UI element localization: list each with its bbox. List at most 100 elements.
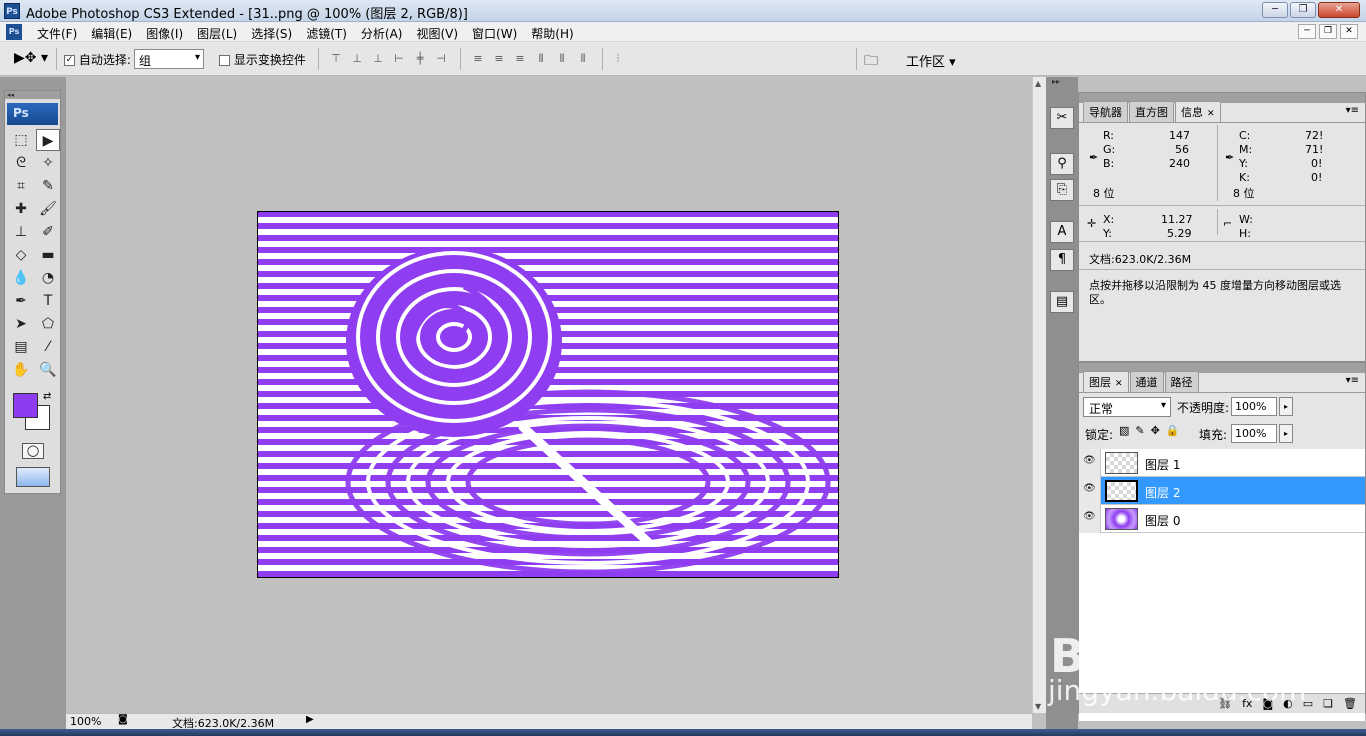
- slice-tool-icon[interactable]: ✎: [36, 175, 60, 197]
- document-icon[interactable]: Ps: [6, 24, 22, 40]
- opacity-slider-arrow-icon[interactable]: ▸: [1279, 397, 1293, 416]
- close-button[interactable]: ✕: [1318, 2, 1360, 18]
- screen-mode-button[interactable]: [16, 467, 50, 487]
- layer-name[interactable]: 图层 1: [1145, 456, 1180, 473]
- visibility-toggle[interactable]: 👁: [1079, 505, 1101, 533]
- layer-row[interactable]: 👁 图层 0: [1079, 505, 1365, 533]
- healing-brush-tool-icon[interactable]: ✚: [9, 198, 33, 220]
- eyedropper-tool-icon[interactable]: ⁄: [36, 336, 60, 358]
- doc-close-button[interactable]: ✕: [1340, 24, 1358, 39]
- notes-tool-icon[interactable]: ▤: [9, 336, 33, 358]
- lasso-tool-icon[interactable]: ᘓ: [9, 152, 33, 174]
- align-left-icon[interactable]: ⊢: [391, 52, 407, 66]
- lock-position-icon[interactable]: ✥: [1151, 424, 1160, 437]
- distribute-right-icon[interactable]: ⫴: [575, 52, 591, 66]
- move-tool-icon[interactable]: ▶: [36, 129, 60, 151]
- doc-restore-button[interactable]: ❐: [1319, 24, 1337, 39]
- auto-select-checkbox[interactable]: ✓: [64, 55, 75, 66]
- shape-tool-icon[interactable]: ⬠: [36, 313, 60, 335]
- eraser-tool-icon[interactable]: ◇: [9, 244, 33, 266]
- image-canvas[interactable]: [257, 211, 839, 578]
- menu-help[interactable]: 帮助(H): [524, 25, 580, 42]
- magic-wand-tool-icon[interactable]: ✧: [36, 152, 60, 174]
- distribute-top-icon[interactable]: ≡: [470, 52, 486, 66]
- layer-name[interactable]: 图层 0: [1145, 512, 1180, 529]
- layer-row-selected[interactable]: 👁 图层 2: [1079, 477, 1365, 505]
- pen-tool-icon[interactable]: ✒: [9, 290, 33, 312]
- layer-name[interactable]: 图层 2: [1145, 484, 1180, 501]
- scroll-up-icon[interactable]: ▲: [1035, 79, 1041, 88]
- history-brush-tool-icon[interactable]: ✐: [36, 221, 60, 243]
- lock-pixels-icon[interactable]: ✎: [1135, 424, 1144, 437]
- auto-align-icon[interactable]: ⫶: [610, 52, 626, 66]
- paragraph-panel-icon[interactable]: ¶: [1050, 249, 1074, 271]
- layers-panel-menu-icon[interactable]: ▾≡: [1346, 375, 1359, 386]
- marquee-tool-icon[interactable]: ⬚: [9, 129, 33, 151]
- distribute-left-icon[interactable]: ⫴: [533, 52, 549, 66]
- visibility-toggle[interactable]: 👁: [1079, 477, 1101, 505]
- delete-layer-icon[interactable]: 🗑: [1343, 697, 1357, 710]
- menu-view[interactable]: 视图(V): [409, 25, 465, 42]
- tab-navigator[interactable]: 导航器: [1083, 101, 1128, 122]
- quick-mask-button[interactable]: ◯: [22, 443, 44, 459]
- show-transform-checkbox[interactable]: [219, 55, 230, 66]
- align-vcenter-icon[interactable]: ⊥: [349, 52, 365, 66]
- clone-stamp-tool-icon[interactable]: ⊥: [9, 221, 33, 243]
- menu-edit[interactable]: 编辑(E): [84, 25, 139, 42]
- auto-select-dropdown[interactable]: 组: [134, 49, 204, 69]
- fill-slider-arrow-icon[interactable]: ▸: [1279, 424, 1293, 443]
- tools-panel-icon[interactable]: ✂: [1050, 107, 1074, 129]
- show-transform-option[interactable]: 显示变换控件: [219, 51, 306, 68]
- distribute-bottom-icon[interactable]: ≡: [512, 52, 528, 66]
- dock-collapse-icon[interactable]: ▸▸: [1046, 77, 1078, 91]
- link-layers-icon[interactable]: ⛓: [1218, 697, 1232, 710]
- visibility-toggle[interactable]: 👁: [1079, 449, 1101, 477]
- align-bottom-icon[interactable]: ⊥: [370, 52, 386, 66]
- align-top-icon[interactable]: ⊤: [328, 52, 344, 66]
- zoom-level[interactable]: 100%: [70, 715, 101, 728]
- menu-filter[interactable]: 滤镜(T): [299, 25, 354, 42]
- layer-row[interactable]: 👁 图层 1: [1079, 449, 1365, 477]
- scroll-down-icon[interactable]: ▼: [1035, 702, 1041, 711]
- status-info-icon[interactable]: ◙: [118, 714, 128, 725]
- menu-select[interactable]: 选择(S): [244, 25, 299, 42]
- close-icon[interactable]: ✕: [1207, 109, 1215, 119]
- menu-window[interactable]: 窗口(W): [465, 25, 524, 42]
- gradient-tool-icon[interactable]: ▬: [36, 244, 60, 266]
- status-menu-arrow-icon[interactable]: ▶: [306, 714, 314, 725]
- new-layer-icon[interactable]: ❏: [1323, 697, 1333, 710]
- bridge-icon[interactable]: 🗀: [864, 50, 878, 74]
- menu-image[interactable]: 图像(I): [139, 25, 190, 42]
- doc-minimize-button[interactable]: ─: [1298, 24, 1316, 39]
- workspace-menu[interactable]: 工作区 ▾: [906, 51, 956, 70]
- zoom-tool-icon[interactable]: 🔍: [36, 359, 60, 381]
- menu-layer[interactable]: 图层(L): [190, 25, 244, 42]
- brush-tool-icon[interactable]: 🖌: [36, 198, 60, 220]
- foreground-color-swatch[interactable]: [13, 393, 38, 418]
- lock-transparency-icon[interactable]: ▧: [1119, 424, 1129, 437]
- ps-logo[interactable]: Ps: [7, 103, 58, 125]
- tab-channels[interactable]: 通道: [1129, 371, 1164, 392]
- align-right-icon[interactable]: ⊣: [433, 52, 449, 66]
- layer-comps-icon[interactable]: ▤: [1050, 291, 1074, 313]
- hand-tool-icon[interactable]: ✋: [9, 359, 33, 381]
- distribute-vcenter-icon[interactable]: ≡: [491, 52, 507, 66]
- character-panel-icon[interactable]: A: [1050, 221, 1074, 243]
- blend-mode-dropdown[interactable]: 正常: [1083, 397, 1171, 417]
- lock-all-icon[interactable]: 🔒: [1166, 424, 1180, 437]
- toolbox-collapse-icon[interactable]: ◂◂: [5, 91, 60, 99]
- auto-select-option[interactable]: ✓ 自动选择:: [64, 51, 131, 68]
- swap-colors-icon[interactable]: ⇄: [43, 391, 51, 402]
- layer-style-icon[interactable]: fx: [1242, 697, 1252, 710]
- crop-tool-icon[interactable]: ⌗: [9, 175, 33, 197]
- menu-file[interactable]: 文件(F): [30, 25, 84, 42]
- clone-source-icon[interactable]: ⚲: [1050, 153, 1074, 175]
- tab-histogram[interactable]: 直方图: [1129, 101, 1174, 122]
- dodge-tool-icon[interactable]: ◔: [36, 267, 60, 289]
- close-icon[interactable]: ✕: [1115, 379, 1123, 389]
- blur-tool-icon[interactable]: 💧: [9, 267, 33, 289]
- restore-button[interactable]: ❐: [1290, 2, 1316, 18]
- menu-analysis[interactable]: 分析(A): [354, 25, 410, 42]
- distribute-hcenter-icon[interactable]: ⫴: [554, 52, 570, 66]
- tool-presets-icon[interactable]: ⎘: [1050, 179, 1074, 201]
